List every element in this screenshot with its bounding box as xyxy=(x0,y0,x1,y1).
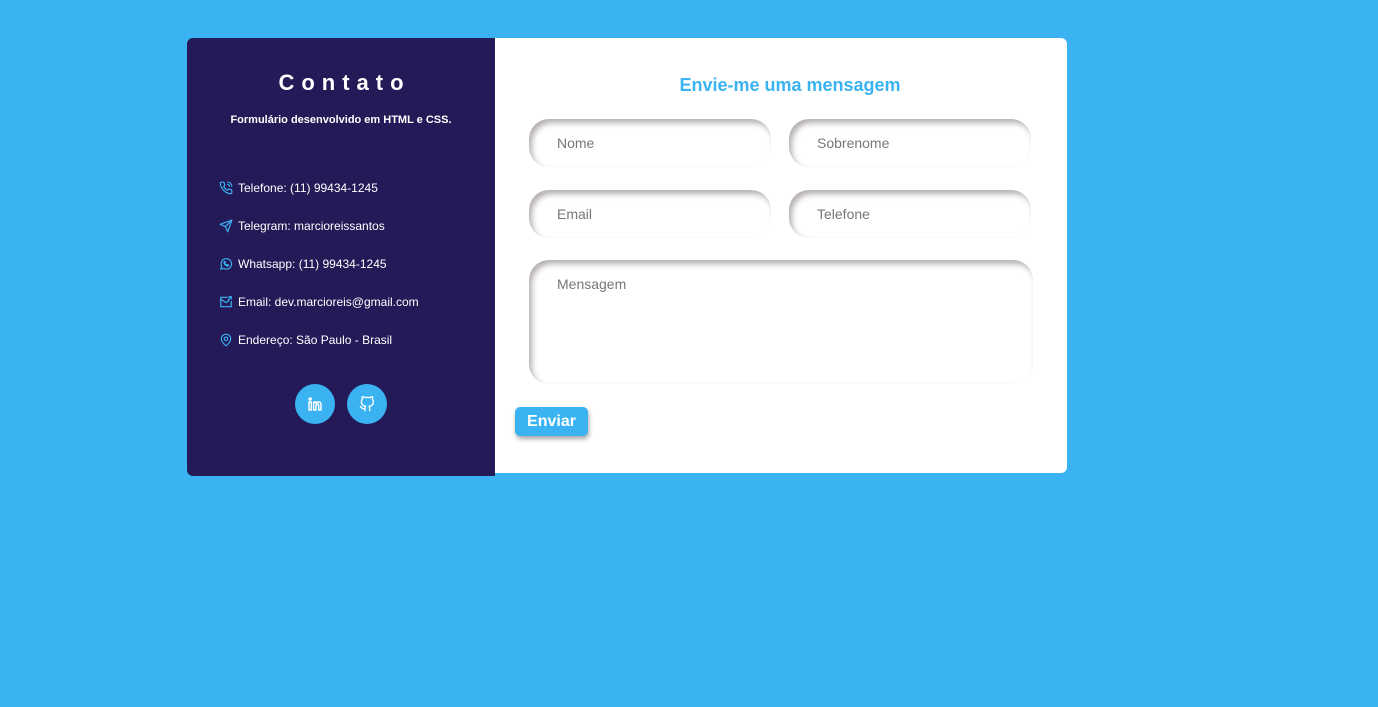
nome-input[interactable] xyxy=(529,119,771,167)
info-item-email: Email: dev.marcioreis@gmail.com xyxy=(219,293,479,311)
sobrenome-input[interactable] xyxy=(789,119,1031,167)
linkedin-icon xyxy=(307,396,323,412)
info-item-telegram: Telegram: marcioreissantos xyxy=(219,217,479,235)
info-label-email: Email: dev.marcioreis@gmail.com xyxy=(238,295,419,309)
location-pin-icon xyxy=(219,333,233,347)
mensagem-textarea[interactable] xyxy=(529,260,1033,384)
message-form-panel: Envie-me uma mensagem Enviar xyxy=(495,38,1067,473)
phone-icon xyxy=(219,181,233,195)
telefone-input[interactable] xyxy=(789,190,1031,238)
form-title: Envie-me uma mensagem xyxy=(679,75,901,95)
contact-info-list: Telefone: (11) 99434-1245 Telegram: marc… xyxy=(219,179,479,369)
social-links xyxy=(295,384,387,424)
github-button[interactable] xyxy=(347,384,387,424)
linkedin-button[interactable] xyxy=(295,384,335,424)
github-icon xyxy=(359,396,375,412)
info-item-whatsapp: Whatsapp: (11) 99434-1245 xyxy=(219,255,479,273)
email-input[interactable] xyxy=(529,190,771,238)
contact-sidebar: Contato Formulário desenvolvido em HTML … xyxy=(187,38,495,476)
sidebar-subtitle: Formulário desenvolvido em HTML e CSS. xyxy=(230,114,452,126)
info-label-address: Endereço: São Paulo - Brasil xyxy=(238,333,393,347)
sidebar-title: Contato xyxy=(278,70,411,95)
info-label-phone: Telefone: (11) 99434-1245 xyxy=(238,181,378,195)
info-label-whatsapp: Whatsapp: (11) 99434-1245 xyxy=(238,257,387,271)
mail-icon xyxy=(219,295,233,309)
contact-card: Contato Formulário desenvolvido em HTML … xyxy=(187,38,1067,476)
info-item-phone: Telefone: (11) 99434-1245 xyxy=(219,179,479,197)
info-label-telegram: Telegram: marcioreissantos xyxy=(238,219,385,233)
whatsapp-icon xyxy=(219,257,233,271)
send-button[interactable]: Enviar xyxy=(515,407,588,436)
info-item-address: Endereço: São Paulo - Brasil xyxy=(219,331,479,349)
telegram-icon xyxy=(219,219,233,233)
